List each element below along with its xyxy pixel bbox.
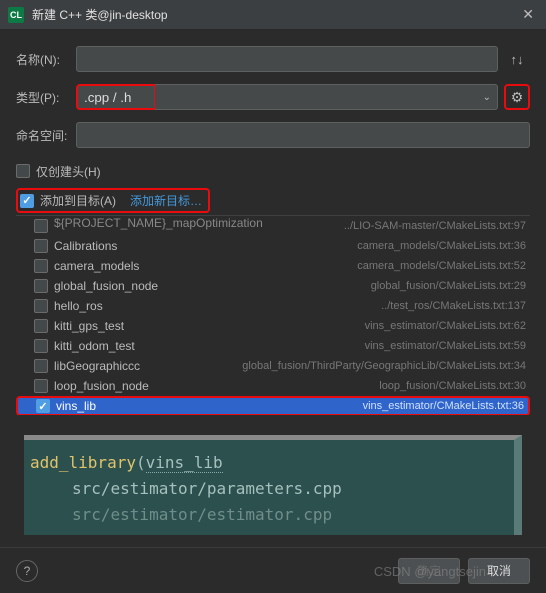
target-name: global_fusion_node bbox=[54, 279, 371, 293]
target-checkbox[interactable] bbox=[34, 359, 48, 373]
target-path: camera_models/CMakeLists.txt:36 bbox=[357, 240, 526, 252]
target-item[interactable]: ${PROJECT_NAME}_mapOptimization../LIO-SA… bbox=[16, 216, 530, 236]
target-checkbox[interactable] bbox=[34, 299, 48, 313]
target-path: loop_fusion/CMakeLists.txt:30 bbox=[379, 380, 526, 392]
add-to-target-label: 添加到目标(A) bbox=[40, 192, 116, 209]
target-item[interactable]: libGeographicccglobal_fusion/ThirdParty/… bbox=[16, 356, 530, 376]
help-icon[interactable]: ? bbox=[16, 560, 38, 582]
target-item[interactable]: kitti_gps_testvins_estimator/CMakeLists.… bbox=[16, 316, 530, 336]
target-item[interactable]: Calibrationscamera_models/CMakeLists.txt… bbox=[16, 236, 530, 256]
target-checkbox[interactable] bbox=[34, 259, 48, 273]
ok-button[interactable]: 确定 bbox=[398, 558, 460, 584]
target-path: vins_estimator/CMakeLists.txt:62 bbox=[365, 320, 526, 332]
target-name: kitti_odom_test bbox=[54, 339, 365, 353]
target-item[interactable]: loop_fusion_nodeloop_fusion/CMakeLists.t… bbox=[16, 376, 530, 396]
type-label: 类型(P): bbox=[16, 89, 76, 106]
target-path: vins_estimator/CMakeLists.txt:36 bbox=[363, 400, 524, 412]
target-path: camera_models/CMakeLists.txt:52 bbox=[357, 260, 526, 272]
gear-icon[interactable]: ⚙ bbox=[504, 84, 530, 110]
target-name: ${PROJECT_NAME}_mapOptimization bbox=[54, 216, 344, 230]
target-item[interactable]: hello_ros../test_ros/CMakeLists.txt:137 bbox=[16, 296, 530, 316]
target-checkbox[interactable] bbox=[34, 319, 48, 333]
target-name: vins_lib bbox=[56, 399, 363, 413]
dialog-footer: ? 确定 取消 bbox=[0, 547, 546, 593]
add-to-target-row: ✓ 添加到目标(A) 添加新目标… bbox=[16, 188, 210, 213]
target-name: loop_fusion_node bbox=[54, 379, 379, 393]
target-checkbox[interactable] bbox=[34, 219, 48, 233]
target-item[interactable]: camera_modelscamera_models/CMakeLists.tx… bbox=[16, 256, 530, 276]
target-item[interactable]: kitti_odom_testvins_estimator/CMakeLists… bbox=[16, 336, 530, 356]
target-checkbox[interactable] bbox=[34, 339, 48, 353]
target-item[interactable]: ✓ vins_libvins_estimator/CMakeLists.txt:3… bbox=[16, 396, 530, 415]
type-dropdown[interactable]: ⌄ bbox=[155, 84, 498, 110]
target-checkbox[interactable] bbox=[34, 379, 48, 393]
header-only-label: 仅创建头(H) bbox=[36, 163, 101, 180]
target-path: ../test_ros/CMakeLists.txt:137 bbox=[381, 300, 526, 312]
cancel-button[interactable]: 取消 bbox=[468, 558, 530, 584]
close-icon[interactable]: ✕ bbox=[518, 6, 538, 23]
name-label: 名称(N): bbox=[16, 51, 76, 68]
target-path: vins_estimator/CMakeLists.txt:59 bbox=[365, 340, 526, 352]
code-preview: add_library(vins_lib src/estimator/param… bbox=[24, 435, 522, 535]
target-list[interactable]: ${PROJECT_NAME}_mapOptimization../LIO-SA… bbox=[16, 215, 530, 415]
target-checkbox[interactable] bbox=[34, 239, 48, 253]
target-checkbox[interactable] bbox=[34, 279, 48, 293]
target-path: global_fusion/CMakeLists.txt:29 bbox=[371, 280, 526, 292]
type-input[interactable] bbox=[76, 84, 156, 110]
header-only-checkbox[interactable] bbox=[16, 164, 30, 178]
sort-button[interactable]: ↑↓ bbox=[504, 46, 530, 72]
target-path: global_fusion/ThirdParty/GeographicLib/C… bbox=[242, 360, 526, 372]
chevron-down-icon: ⌄ bbox=[483, 92, 491, 103]
window-title: 新建 C++ 类@jin-desktop bbox=[32, 6, 518, 23]
target-path: ../LIO-SAM-master/CMakeLists.txt:97 bbox=[344, 220, 526, 232]
target-item[interactable]: global_fusion_nodeglobal_fusion/CMakeLis… bbox=[16, 276, 530, 296]
target-name: Calibrations bbox=[54, 239, 357, 253]
add-to-target-checkbox[interactable]: ✓ bbox=[20, 194, 34, 208]
app-icon: CL bbox=[8, 7, 24, 23]
namespace-input[interactable] bbox=[76, 122, 530, 148]
target-name: camera_models bbox=[54, 259, 357, 273]
name-input[interactable] bbox=[76, 46, 498, 72]
target-name: kitti_gps_test bbox=[54, 319, 365, 333]
target-name: hello_ros bbox=[54, 299, 381, 313]
target-checkbox[interactable]: ✓ bbox=[36, 399, 50, 413]
titlebar: CL 新建 C++ 类@jin-desktop ✕ bbox=[0, 0, 546, 30]
target-name: libGeographiccc bbox=[54, 359, 242, 373]
namespace-label: 命名空间: bbox=[16, 127, 76, 144]
add-new-target-link[interactable]: 添加新目标… bbox=[130, 192, 202, 209]
